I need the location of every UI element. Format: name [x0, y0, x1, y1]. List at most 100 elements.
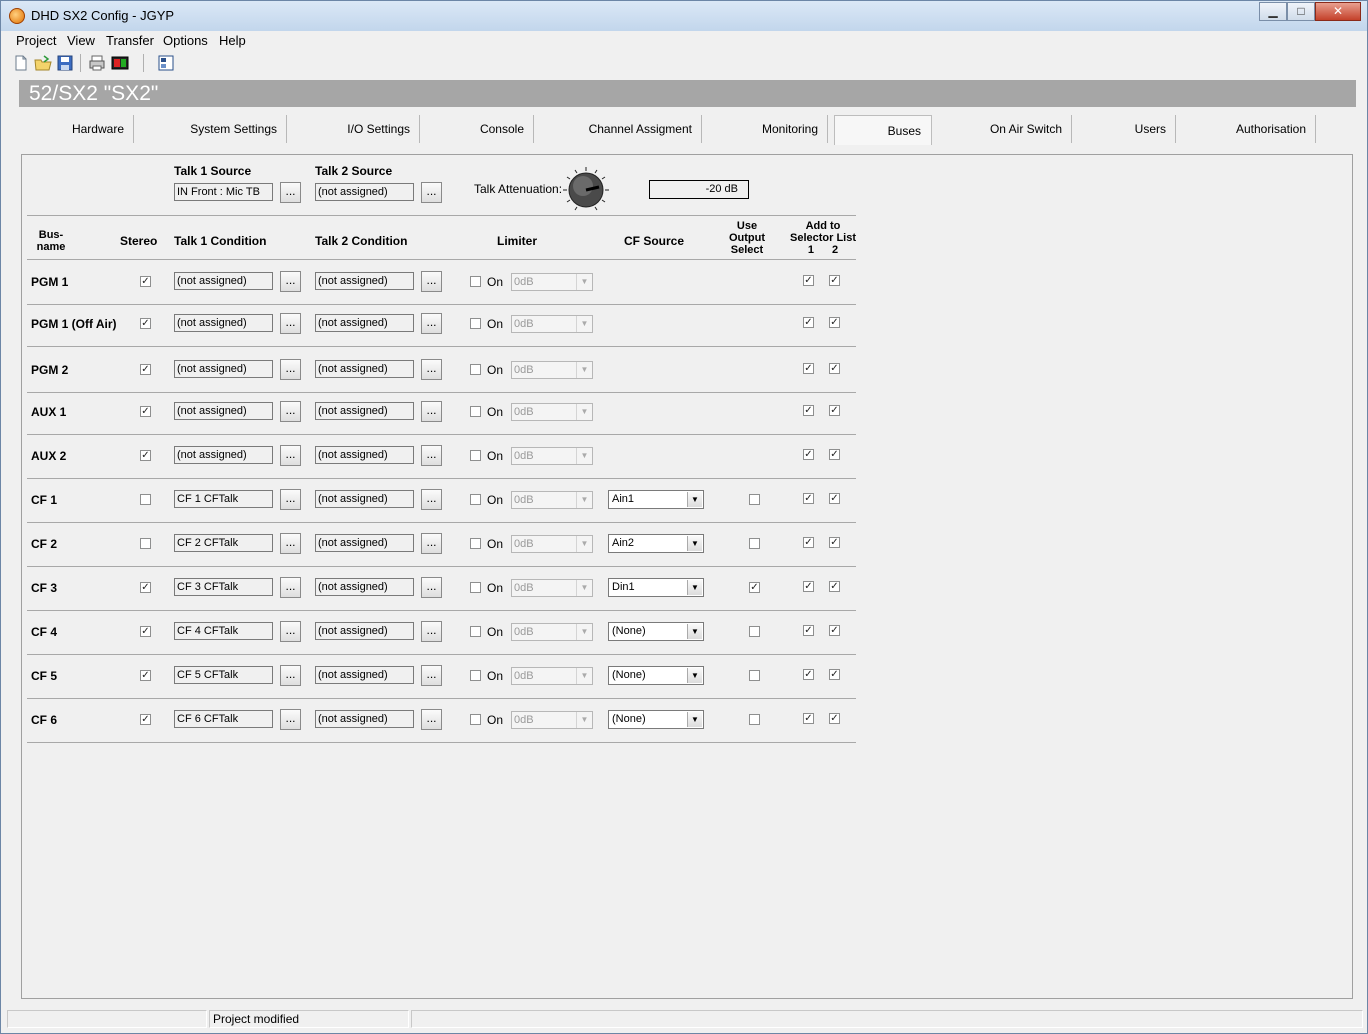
device-transfer-icon[interactable]: [111, 54, 129, 72]
selector-list-1-checkbox[interactable]: ✓: [803, 537, 814, 548]
talk1-browse-button[interactable]: ...: [280, 533, 301, 554]
tab-authorisation[interactable]: Authorisation: [1176, 113, 1316, 145]
talk2-condition-field[interactable]: (not assigned): [315, 402, 414, 420]
open-folder-icon[interactable]: [34, 54, 52, 72]
stereo-checkbox[interactable]: [140, 538, 151, 549]
talk2-browse-button[interactable]: ...: [421, 401, 442, 422]
selector-list-1-checkbox[interactable]: ✓: [803, 275, 814, 286]
talk2-browse-button[interactable]: ...: [421, 313, 442, 334]
save-icon[interactable]: [56, 54, 74, 72]
talk2-browse-button[interactable]: ...: [421, 445, 442, 466]
tab-hardware[interactable]: Hardware: [21, 113, 134, 145]
talk1-condition-field[interactable]: CF 4 CFTalk: [174, 622, 273, 640]
talk2-condition-field[interactable]: (not assigned): [315, 272, 414, 290]
talk2-condition-field[interactable]: (not assigned): [315, 710, 414, 728]
selector-list-2-checkbox[interactable]: ✓: [829, 625, 840, 636]
tab-monitoring[interactable]: Monitoring: [702, 113, 828, 145]
limiter-on-checkbox[interactable]: [470, 406, 481, 417]
stereo-checkbox[interactable]: ✓: [140, 626, 151, 637]
talk1-condition-field[interactable]: CF 6 CFTalk: [174, 710, 273, 728]
talk1-condition-field[interactable]: (not assigned): [174, 446, 273, 464]
selector-list-1-checkbox[interactable]: ✓: [803, 669, 814, 680]
cf-source-select[interactable]: (None) ▼: [608, 622, 704, 641]
use-output-select-checkbox[interactable]: [749, 538, 760, 549]
talk1-browse-button[interactable]: ...: [280, 271, 301, 292]
selector-list-2-checkbox[interactable]: ✓: [829, 537, 840, 548]
talk2-source-browse-button[interactable]: ...: [421, 182, 442, 203]
cf-source-select[interactable]: (None) ▼: [608, 710, 704, 729]
talk2-condition-field[interactable]: (not assigned): [315, 534, 414, 552]
use-output-select-checkbox[interactable]: [749, 670, 760, 681]
menu-project[interactable]: Project: [16, 33, 56, 48]
tab-buses[interactable]: Buses: [834, 115, 932, 145]
talk1-browse-button[interactable]: ...: [280, 359, 301, 380]
cf-source-select[interactable]: Ain1 ▼: [608, 490, 704, 509]
talk1-browse-button[interactable]: ...: [280, 445, 301, 466]
talk2-browse-button[interactable]: ...: [421, 489, 442, 510]
selector-list-1-checkbox[interactable]: ✓: [803, 449, 814, 460]
limiter-on-checkbox[interactable]: [470, 318, 481, 329]
tab-io-settings[interactable]: I/O Settings: [287, 113, 420, 145]
talk1-browse-button[interactable]: ...: [280, 401, 301, 422]
talk1-condition-field[interactable]: (not assigned): [174, 314, 273, 332]
limiter-on-checkbox[interactable]: [470, 582, 481, 593]
talk1-condition-field[interactable]: CF 5 CFTalk: [174, 666, 273, 684]
talk1-browse-button[interactable]: ...: [280, 709, 301, 730]
talk2-browse-button[interactable]: ...: [421, 621, 442, 642]
menu-options[interactable]: Options: [163, 33, 208, 48]
talk2-browse-button[interactable]: ...: [421, 359, 442, 380]
selector-list-2-checkbox[interactable]: ✓: [829, 581, 840, 592]
tab-system-settings[interactable]: System Settings: [134, 113, 287, 145]
limiter-on-checkbox[interactable]: [470, 450, 481, 461]
selector-list-2-checkbox[interactable]: ✓: [829, 363, 840, 374]
selector-list-2-checkbox[interactable]: ✓: [829, 669, 840, 680]
limiter-on-checkbox[interactable]: [470, 494, 481, 505]
limiter-on-checkbox[interactable]: [470, 538, 481, 549]
selector-list-2-checkbox[interactable]: ✓: [829, 317, 840, 328]
talk1-condition-field[interactable]: CF 1 CFTalk: [174, 490, 273, 508]
talk2-browse-button[interactable]: ...: [421, 665, 442, 686]
limiter-on-checkbox[interactable]: [470, 626, 481, 637]
selector-list-1-checkbox[interactable]: ✓: [803, 625, 814, 636]
properties-icon[interactable]: [157, 54, 175, 72]
talk1-condition-field[interactable]: (not assigned): [174, 272, 273, 290]
selector-list-1-checkbox[interactable]: ✓: [803, 493, 814, 504]
menu-help[interactable]: Help: [219, 33, 246, 48]
selector-list-1-checkbox[interactable]: ✓: [803, 581, 814, 592]
stereo-checkbox[interactable]: ✓: [140, 276, 151, 287]
stereo-checkbox[interactable]: ✓: [140, 670, 151, 681]
close-button[interactable]: ✕: [1315, 2, 1361, 21]
talk1-condition-field[interactable]: (not assigned): [174, 402, 273, 420]
use-output-select-checkbox[interactable]: [749, 714, 760, 725]
stereo-checkbox[interactable]: ✓: [140, 364, 151, 375]
talk2-browse-button[interactable]: ...: [421, 709, 442, 730]
cf-source-select[interactable]: Din1 ▼: [608, 578, 704, 597]
talk2-condition-field[interactable]: (not assigned): [315, 578, 414, 596]
talk2-browse-button[interactable]: ...: [421, 577, 442, 598]
selector-list-2-checkbox[interactable]: ✓: [829, 275, 840, 286]
selector-list-1-checkbox[interactable]: ✓: [803, 317, 814, 328]
limiter-on-checkbox[interactable]: [470, 276, 481, 287]
stereo-checkbox[interactable]: [140, 494, 151, 505]
limiter-on-checkbox[interactable]: [470, 714, 481, 725]
menu-view[interactable]: View: [67, 33, 95, 48]
selector-list-1-checkbox[interactable]: ✓: [803, 405, 814, 416]
tab-channel-assigment[interactable]: Channel Assigment: [534, 113, 702, 145]
maximize-button[interactable]: □: [1287, 2, 1315, 21]
talk1-browse-button[interactable]: ...: [280, 577, 301, 598]
stereo-checkbox[interactable]: ✓: [140, 582, 151, 593]
talk2-condition-field[interactable]: (not assigned): [315, 314, 414, 332]
talk2-condition-field[interactable]: (not assigned): [315, 622, 414, 640]
print-icon[interactable]: [88, 54, 106, 72]
stereo-checkbox[interactable]: ✓: [140, 450, 151, 461]
minimize-button[interactable]: ▁: [1259, 2, 1287, 21]
selector-list-2-checkbox[interactable]: ✓: [829, 405, 840, 416]
talk1-condition-field[interactable]: (not assigned): [174, 360, 273, 378]
talk2-source-field[interactable]: (not assigned): [315, 183, 414, 201]
talk1-browse-button[interactable]: ...: [280, 665, 301, 686]
tab-users[interactable]: Users: [1072, 113, 1176, 145]
tab-console[interactable]: Console: [420, 113, 534, 145]
selector-list-2-checkbox[interactable]: ✓: [829, 493, 840, 504]
tab-on-air-switch[interactable]: On Air Switch: [932, 113, 1072, 145]
selector-list-1-checkbox[interactable]: ✓: [803, 713, 814, 724]
